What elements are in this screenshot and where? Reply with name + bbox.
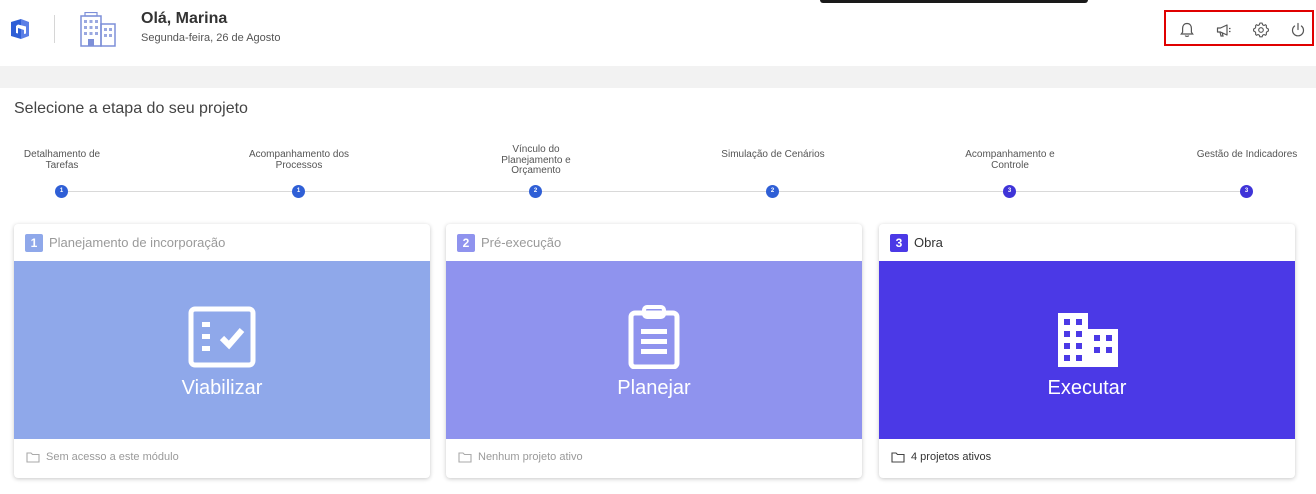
- step-number[interactable]: 2: [529, 185, 542, 198]
- step-number[interactable]: 2: [766, 185, 779, 198]
- card-footer: 4 projetos ativos: [879, 439, 1295, 478]
- stepper-line: [62, 191, 1246, 192]
- step-label: Acompanhamento e Controle: [965, 149, 1055, 171]
- project-stage-panel: Selecione a etapa do seu projeto Detalha…: [0, 88, 1316, 494]
- card-action-label: Planejar: [617, 377, 691, 399]
- card-footer: Sem acesso a este módulo: [14, 439, 430, 478]
- step-label: Simulação de Cenários: [721, 149, 825, 160]
- folder-icon: [891, 452, 905, 463]
- stage-card-viabilizar[interactable]: 1 Planejamento de incorporação Viabiliza…: [14, 224, 430, 478]
- building-icon: [1058, 313, 1118, 367]
- stage-card-executar[interactable]: 3 Obra Executar 4 projetos ativos: [879, 224, 1295, 478]
- company-logo: [80, 12, 116, 47]
- header-actions: [1164, 10, 1314, 46]
- card-title: Obra: [914, 235, 943, 250]
- header-divider: [54, 15, 55, 43]
- step-label: Gestão de Indicadores: [1196, 149, 1298, 160]
- current-date: Segunda-feira, 26 de Agosto: [141, 32, 281, 44]
- checklist-icon: [188, 306, 256, 368]
- user-greeting: Olá, Marina: [141, 10, 228, 27]
- megaphone-icon[interactable]: [1215, 21, 1233, 39]
- card-number-badge: 2: [457, 234, 475, 252]
- stage-card-planejar[interactable]: 2 Pré-execução Planejar Nenhum projeto a…: [446, 224, 862, 478]
- card-body[interactable]: Planejar: [446, 261, 862, 439]
- card-body[interactable]: Executar: [879, 261, 1295, 439]
- card-header: 3 Obra: [879, 224, 1295, 261]
- card-footer: Nenhum projeto ativo: [446, 439, 862, 478]
- card-status: Sem acesso a este módulo: [46, 451, 179, 463]
- card-header: 2 Pré-execução: [446, 224, 862, 261]
- step-label: Vínculo do Planejamento e Orçamento: [501, 144, 571, 176]
- card-number-badge: 3: [890, 234, 908, 252]
- step-number[interactable]: 3: [1003, 185, 1016, 198]
- page-title: Selecione a etapa do seu projeto: [14, 100, 248, 117]
- card-body[interactable]: Viabilizar: [14, 261, 430, 439]
- card-status: Nenhum projeto ativo: [478, 451, 583, 463]
- card-title: Pré-execução: [481, 235, 562, 250]
- step-number[interactable]: 1: [292, 185, 305, 198]
- card-action-label: Viabilizar: [181, 377, 263, 399]
- power-icon[interactable]: [1289, 21, 1307, 39]
- card-action-label: Executar: [1047, 377, 1127, 399]
- clipboard-icon: [628, 305, 680, 369]
- gear-icon[interactable]: [1252, 21, 1270, 39]
- card-title: Planejamento de incorporação: [49, 235, 226, 250]
- folder-icon: [458, 452, 472, 463]
- header: Olá, Marina Segunda-feira, 26 de Agosto: [0, 0, 1316, 66]
- card-number-badge: 1: [25, 234, 43, 252]
- card-header: 1 Planejamento de incorporação: [14, 224, 430, 261]
- step-label: Acompanhamento dos Processos: [248, 149, 350, 171]
- bell-icon[interactable]: [1178, 21, 1196, 39]
- step-label: Detalhamento de Tarefas: [23, 149, 101, 171]
- step-number[interactable]: 1: [55, 185, 68, 198]
- folder-icon: [26, 452, 40, 463]
- card-status: 4 projetos ativos: [911, 451, 992, 463]
- top-notch: [820, 0, 1088, 3]
- step-number[interactable]: 3: [1240, 185, 1253, 198]
- app-logo[interactable]: [8, 17, 32, 41]
